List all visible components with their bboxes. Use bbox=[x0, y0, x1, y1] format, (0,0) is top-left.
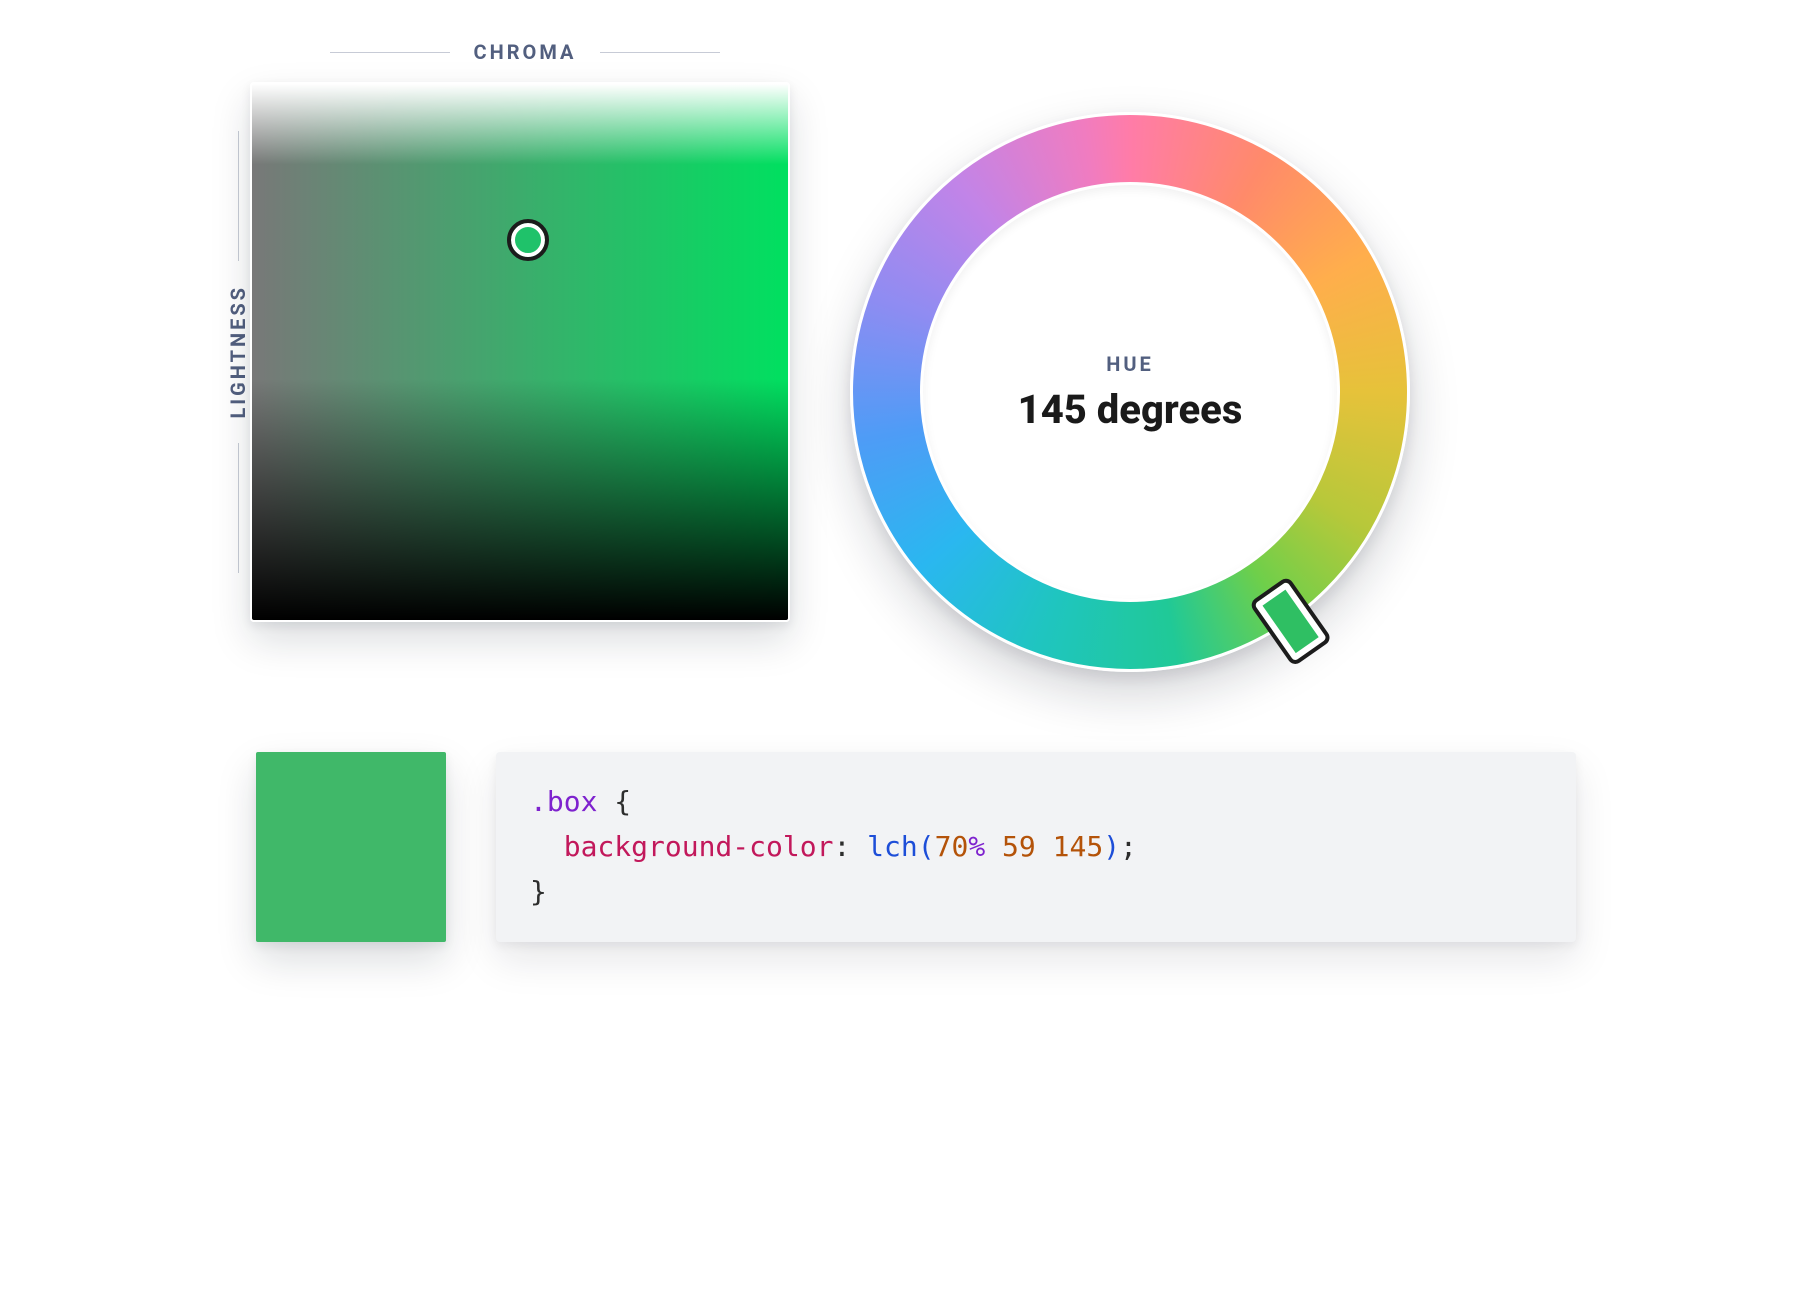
code-hue: 145 bbox=[1053, 830, 1104, 863]
css-code-block: .box { background-color: lch(70% 59 145)… bbox=[496, 752, 1576, 942]
hue-value: 145 degrees bbox=[1018, 386, 1243, 433]
code-lightness: 70 bbox=[935, 830, 969, 863]
code-open-brace: { bbox=[597, 785, 631, 818]
code-property: background-color bbox=[564, 830, 834, 863]
hue-readout: HUE 145 degrees bbox=[920, 182, 1340, 602]
hue-wheel[interactable]: HUE 145 degrees bbox=[850, 112, 1410, 672]
code-chroma: 59 bbox=[1002, 830, 1036, 863]
rule bbox=[330, 52, 450, 53]
lightness-axis-label: LIGHTNESS bbox=[226, 285, 250, 419]
hue-label: HUE bbox=[1106, 352, 1154, 376]
lightness-chroma-panel: CHROMA LIGHTNESS bbox=[226, 40, 790, 622]
color-picker-handle[interactable] bbox=[511, 223, 545, 257]
code-selector: .box bbox=[530, 785, 597, 818]
code-close-brace: } bbox=[530, 875, 547, 908]
chroma-axis-label: CHROMA bbox=[474, 40, 577, 64]
rule bbox=[600, 52, 720, 53]
code-func: lch bbox=[867, 830, 918, 863]
rule bbox=[238, 131, 239, 261]
result-swatch bbox=[256, 752, 446, 942]
rule bbox=[238, 443, 239, 573]
lightness-chroma-field[interactable] bbox=[250, 82, 790, 622]
